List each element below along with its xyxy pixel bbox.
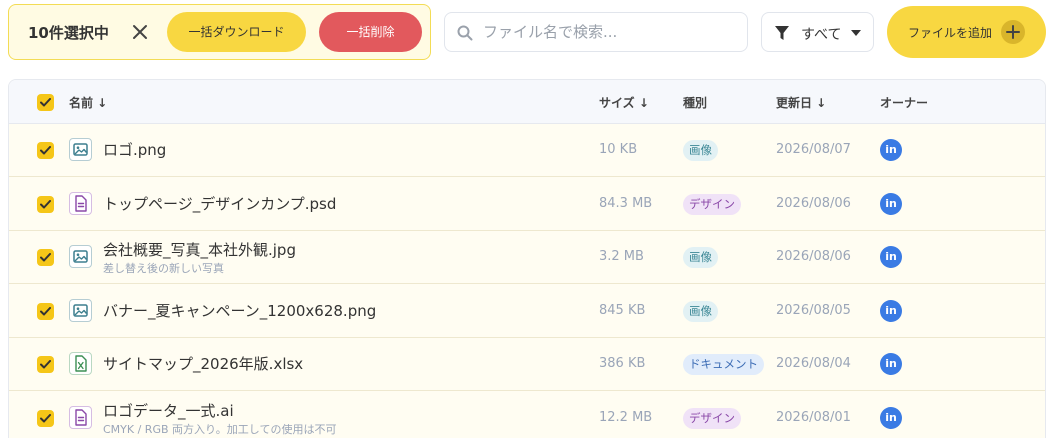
file-name[interactable]: サイトマップ_2026年版.xlsx bbox=[103, 353, 303, 374]
updated-date: 2026/08/04 bbox=[776, 356, 851, 371]
updated-date: 2026/08/06 bbox=[776, 195, 851, 211]
check-icon bbox=[40, 413, 51, 422]
owner-avatar[interactable]: in bbox=[880, 246, 902, 268]
close-icon bbox=[133, 25, 147, 39]
file-name[interactable]: ロゴ.png bbox=[103, 139, 166, 160]
file-size: 12.2 MB bbox=[599, 409, 653, 425]
image-file-icon bbox=[69, 138, 92, 161]
column-header-updated[interactable]: 更新日 ↓ bbox=[776, 94, 826, 111]
type-badge: 画像 bbox=[683, 300, 718, 322]
table-row[interactable]: 会社概要_写真_本社外観.jpg 差し替え後の新しい写真 3.2 MB 画像 2026/… bbox=[9, 231, 1045, 284]
chevron-down-icon bbox=[851, 30, 861, 36]
add-file-label: ファイルを追加 bbox=[908, 26, 993, 40]
file-note: CMYK / RGB 両方入り。加工しての使用は不可 bbox=[103, 422, 337, 436]
owner-avatar[interactable]: in bbox=[880, 353, 902, 375]
type-badge: 画像 bbox=[683, 140, 718, 161]
file-table: 名前 ↓ サイズ ↓ 種別 更新日 ↓ オーナー ロゴ.png 10 KB 画像 20… bbox=[8, 79, 1046, 438]
file-size: 10 KB bbox=[599, 142, 638, 157]
check-icon bbox=[40, 306, 51, 315]
file-note: 差し替え後の新しい写真 bbox=[103, 262, 224, 275]
bulk-delete-button[interactable]: 一括削除 bbox=[319, 12, 422, 52]
row-checkbox[interactable] bbox=[37, 356, 54, 373]
owner-avatar[interactable]: in bbox=[880, 139, 902, 161]
row-checkbox[interactable] bbox=[37, 409, 54, 427]
updated-date: 2026/08/01 bbox=[776, 409, 851, 425]
type-filter-dropdown[interactable]: すべて bbox=[761, 12, 874, 52]
updated-date: 2026/08/05 bbox=[776, 302, 851, 318]
type-badge: 画像 bbox=[683, 247, 718, 268]
file-size: 84.3 MB bbox=[599, 195, 653, 211]
file-name[interactable]: 会社概要_写真_本社外観.jpg bbox=[103, 239, 296, 260]
search-box bbox=[444, 12, 748, 52]
file-size: 3.2 MB bbox=[599, 249, 644, 264]
type-badge: デザイン bbox=[683, 193, 741, 215]
updated-date: 2026/08/07 bbox=[776, 142, 851, 157]
row-checkbox[interactable] bbox=[37, 249, 54, 266]
column-header-name[interactable]: 名前 ↓ bbox=[69, 94, 107, 111]
type-badge: デザイン bbox=[683, 407, 741, 429]
plus-icon bbox=[1001, 20, 1025, 44]
filter-label: すべて bbox=[801, 27, 842, 43]
selection-bar: 10件選択中 一括ダウンロード 一括削除 bbox=[8, 4, 431, 60]
check-icon bbox=[40, 253, 51, 262]
file-name[interactable]: バナー_夏キャンペーン_1200x628.png bbox=[103, 300, 376, 321]
clear-selection-button[interactable] bbox=[130, 19, 150, 45]
add-file-button[interactable]: ファイルを追加 bbox=[887, 6, 1046, 58]
spreadsheet-file-icon bbox=[69, 352, 92, 375]
type-badge: ドキュメント bbox=[683, 354, 764, 375]
file-size: 386 KB bbox=[599, 356, 646, 371]
column-header-owner: オーナー bbox=[880, 96, 929, 110]
bulk-download-button[interactable]: 一括ダウンロード bbox=[167, 12, 306, 52]
selection-count: 10件選択中 bbox=[28, 24, 109, 42]
select-all-checkbox[interactable] bbox=[37, 94, 54, 111]
column-header-type: 種別 bbox=[683, 96, 708, 110]
search-icon bbox=[457, 25, 473, 41]
table-header: 名前 ↓ サイズ ↓ 種別 更新日 ↓ オーナー bbox=[9, 80, 1045, 124]
check-icon bbox=[40, 146, 51, 155]
document-file-icon bbox=[69, 191, 92, 215]
file-size: 845 KB bbox=[599, 302, 646, 318]
row-checkbox[interactable] bbox=[37, 195, 54, 213]
check-icon bbox=[40, 360, 51, 369]
table-row[interactable]: ロゴ.png 10 KB 画像 2026/08/07 in bbox=[9, 124, 1045, 177]
image-file-icon bbox=[69, 298, 92, 322]
row-checkbox[interactable] bbox=[37, 142, 54, 159]
owner-avatar[interactable]: in bbox=[880, 299, 902, 322]
owner-avatar[interactable]: in bbox=[880, 406, 902, 429]
table-row[interactable]: トップページ_デザインカンプ.psd 84.3 MB デザイン 2026/08/06 i… bbox=[9, 178, 1045, 231]
table-row[interactable]: ロゴデータ_一式.ai CMYK / RGB 両方入り。加工しての使用は不可 12.… bbox=[9, 392, 1045, 438]
toolbar: 10件選択中 一括ダウンロード 一括削除 すべて ファイルを追加 bbox=[0, 0, 1050, 64]
row-checkbox[interactable] bbox=[37, 302, 54, 320]
check-icon bbox=[40, 98, 51, 107]
updated-date: 2026/08/06 bbox=[776, 249, 851, 264]
search-input[interactable] bbox=[483, 21, 733, 43]
document-file-icon bbox=[69, 405, 92, 429]
image-file-icon bbox=[69, 245, 92, 268]
owner-avatar[interactable]: in bbox=[880, 192, 902, 215]
check-icon bbox=[40, 199, 51, 208]
file-name[interactable]: ロゴデータ_一式.ai bbox=[103, 400, 234, 421]
column-header-size[interactable]: サイズ ↓ bbox=[599, 94, 649, 111]
table-row[interactable]: バナー_夏キャンペーン_1200x628.png 845 KB 画像 2026/08/… bbox=[9, 285, 1045, 338]
table-row[interactable]: サイトマップ_2026年版.xlsx 386 KB ドキュメント 2026/08/04… bbox=[9, 338, 1045, 391]
filter-icon bbox=[775, 26, 789, 40]
file-name[interactable]: トップページ_デザインカンプ.psd bbox=[103, 193, 336, 214]
